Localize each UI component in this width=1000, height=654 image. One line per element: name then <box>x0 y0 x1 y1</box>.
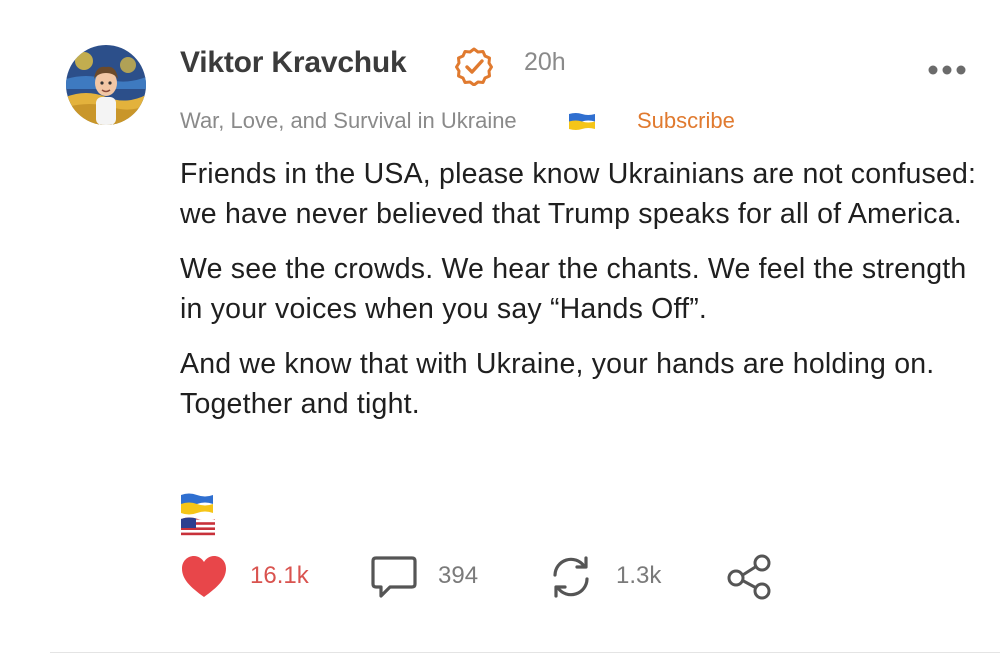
author-name[interactable]: Viktor Kravchuk <box>180 46 407 80</box>
publication-name[interactable]: War, Love, and Survival in Ukraine <box>180 108 517 134</box>
restack-icon <box>553 556 589 598</box>
comment-count: 394 <box>438 562 479 589</box>
post-timestamp: 20h <box>524 48 566 76</box>
heart-icon <box>182 556 226 597</box>
ukraine-flag-icon <box>568 112 596 131</box>
emoji-line <box>180 492 252 539</box>
comment-button[interactable]: 394 <box>370 552 500 602</box>
subscribe-button[interactable]: Subscribe <box>637 108 735 134</box>
post-paragraph: We see the crowds. We hear the chants. W… <box>180 253 967 325</box>
post-body: Friends in the USA, please know Ukrainia… <box>180 154 980 439</box>
usa-flag-icon <box>181 517 215 539</box>
verified-check-icon <box>454 46 494 87</box>
share-icon <box>727 554 771 600</box>
like-count: 16.1k <box>250 562 309 589</box>
avatar[interactable] <box>66 45 146 125</box>
share-button[interactable] <box>724 552 774 602</box>
more-options-icon[interactable] <box>924 56 970 84</box>
avatar-image <box>66 45 146 125</box>
ukraine-flag-icon <box>181 493 213 515</box>
restack-count: 1.3k <box>616 562 662 589</box>
divider <box>50 652 1000 653</box>
post-paragraph: Friends in the USA, please know Ukrainia… <box>180 158 977 230</box>
post-paragraph: And we know that with Ukraine, your hand… <box>180 348 935 420</box>
comment-bubble-icon <box>371 556 417 598</box>
restack-button[interactable]: 1.3k <box>548 552 678 602</box>
like-button[interactable]: 16.1k <box>180 552 320 602</box>
